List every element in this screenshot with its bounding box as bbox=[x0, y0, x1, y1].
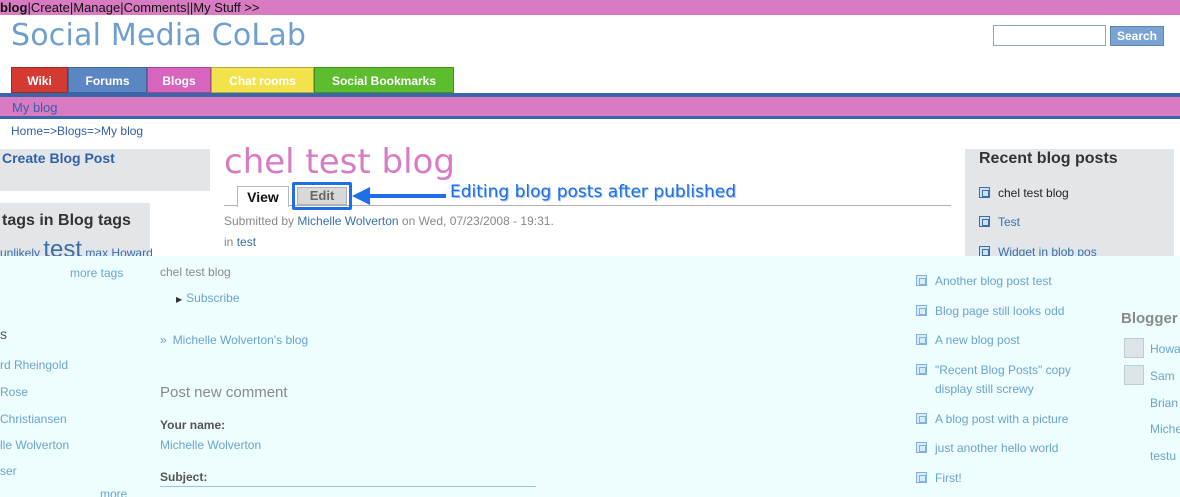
tab-edit[interactable]: Edit bbox=[297, 187, 347, 205]
post-comment-heading: Post new comment bbox=[160, 384, 288, 401]
annotation-arrow-icon bbox=[352, 187, 446, 205]
blogger-item[interactable]: Sam bbox=[1150, 369, 1175, 383]
recent-posts-title: Recent blog posts bbox=[979, 150, 1118, 167]
user-blog-link[interactable]: » Michelle Wolverton's blog bbox=[160, 333, 308, 347]
submitted-date: on Wed, 07/23/2008 - 19:31. bbox=[401, 214, 554, 228]
blog-post-icon bbox=[979, 216, 990, 227]
double-arrow-icon: » bbox=[160, 333, 167, 347]
post-title: chel test blog bbox=[224, 142, 455, 182]
more-post-item[interactable]: First! bbox=[916, 471, 962, 485]
more-post-item[interactable]: "Recent Blog Posts" copy bbox=[916, 363, 1071, 377]
submitted-prefix: Submitted by bbox=[224, 214, 295, 228]
more-tags-link[interactable]: more tags bbox=[70, 266, 123, 280]
admin-comments[interactable]: Comments bbox=[124, 0, 187, 15]
blog-post-icon bbox=[916, 472, 927, 483]
tab-wiki[interactable]: Wiki bbox=[11, 67, 68, 93]
more-post-item[interactable]: just another hello world bbox=[916, 441, 1058, 455]
blog-post-icon bbox=[916, 334, 927, 345]
admin-create[interactable]: Create bbox=[31, 0, 70, 15]
subscribe-link[interactable]: ▶ Subscribe bbox=[176, 291, 240, 305]
blog-post-icon bbox=[916, 305, 927, 316]
more-post-item[interactable]: A new blog post bbox=[916, 333, 1020, 347]
blog-post-icon bbox=[916, 413, 927, 424]
left-blogger-item[interactable]: lle Wolverton bbox=[0, 438, 69, 452]
search-button[interactable]: Search bbox=[1110, 26, 1164, 46]
section-bar: My blog bbox=[0, 97, 1180, 119]
recent-post-item[interactable]: chel test blog bbox=[979, 186, 1069, 200]
search-input[interactable] bbox=[993, 25, 1106, 46]
blog-post-icon bbox=[979, 187, 990, 198]
in-label: in bbox=[224, 235, 234, 249]
avatar bbox=[1124, 365, 1144, 385]
admin-brand[interactable]: blog bbox=[0, 0, 27, 15]
edit-highlight: Edit bbox=[292, 182, 352, 210]
more-post-item[interactable]: A blog post with a picture bbox=[916, 412, 1068, 426]
post-tag-link[interactable]: test bbox=[237, 235, 256, 249]
blog-post-icon bbox=[916, 364, 927, 375]
left-bloggers-heading: s bbox=[0, 326, 7, 342]
post-taxonomy: in test bbox=[224, 235, 256, 249]
left-more-link[interactable]: more bbox=[100, 487, 127, 497]
subject-label: Subject: bbox=[160, 470, 208, 484]
more-post-item[interactable]: Another blog post test bbox=[916, 274, 1052, 288]
tab-chat-rooms[interactable]: Chat rooms bbox=[211, 67, 314, 93]
your-name-label: Your name: bbox=[160, 418, 226, 432]
overlay-panel: more tags s rd Rheingold Rose Christians… bbox=[0, 256, 1180, 497]
admin-manage[interactable]: Manage bbox=[73, 0, 120, 15]
site-title[interactable]: Social Media CoLab bbox=[11, 18, 306, 53]
blogger-item[interactable]: Brian bbox=[1150, 396, 1178, 410]
blog-post-icon bbox=[916, 275, 927, 286]
left-blogger-item[interactable]: rd Rheingold bbox=[0, 358, 68, 372]
recent-post-item[interactable]: Test bbox=[979, 215, 1020, 229]
breadcrumb[interactable]: Home=>Blogs=>My blog bbox=[11, 124, 143, 138]
overlay-blog-title: chel test blog bbox=[160, 265, 231, 279]
left-blogger-item[interactable]: ser bbox=[0, 464, 17, 478]
blogger-item[interactable]: Miche bbox=[1150, 422, 1180, 436]
left-blogger-item[interactable]: Rose bbox=[0, 385, 28, 399]
bloggers-title: Blogger bbox=[1121, 310, 1178, 327]
tab-view[interactable]: View bbox=[237, 186, 289, 207]
blog-post-icon bbox=[916, 442, 927, 453]
triangle-right-icon: ▶ bbox=[176, 295, 183, 304]
annotation-text: Editing blog posts after published bbox=[450, 182, 737, 202]
tab-blogs[interactable]: Blogs bbox=[147, 67, 211, 93]
tags-title: tags in Blog tags bbox=[2, 212, 131, 229]
create-blog-post-link[interactable]: Create Blog Post bbox=[2, 150, 115, 166]
blogger-item[interactable]: Howa bbox=[1150, 342, 1180, 356]
avatar bbox=[1124, 338, 1144, 358]
admin-bar: blog|Create|Manage|Comments||My Stuff >> bbox=[0, 0, 1180, 15]
more-post-item[interactable]: Blog page still looks odd bbox=[916, 304, 1064, 318]
author-link[interactable]: Michelle Wolverton bbox=[297, 214, 398, 228]
tab-social-bookmarks[interactable]: Social Bookmarks bbox=[314, 67, 454, 93]
subject-input[interactable] bbox=[160, 486, 536, 487]
tab-forums[interactable]: Forums bbox=[68, 67, 147, 93]
blogger-item[interactable]: testu bbox=[1150, 449, 1176, 463]
left-blogger-item[interactable]: Christiansen bbox=[0, 412, 67, 426]
more-post-item-cont[interactable]: display still screwy bbox=[935, 382, 1034, 396]
section-label[interactable]: My blog bbox=[12, 100, 58, 115]
admin-my-stuff[interactable]: My Stuff >> bbox=[193, 0, 259, 15]
your-name-value[interactable]: Michelle Wolverton bbox=[160, 438, 261, 452]
submitted-info: Submitted by Michelle Wolverton on Wed, … bbox=[224, 214, 554, 228]
